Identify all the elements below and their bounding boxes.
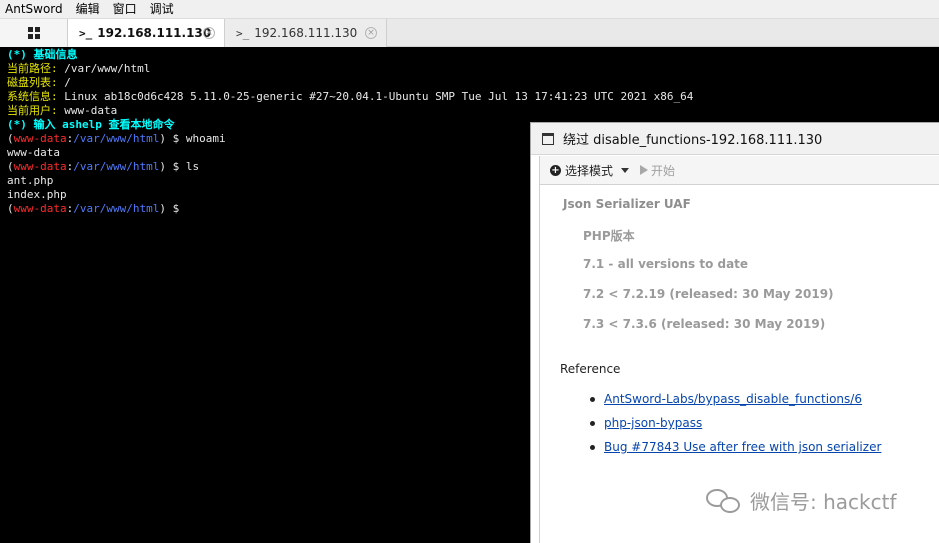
system-label: 系统信息: [7,90,58,103]
bullet-icon [590,396,595,402]
version-item: 7.2 < 7.2.19 (released: 30 May 2019) [583,287,834,301]
command-output: ant.php [7,174,54,187]
play-icon [640,165,649,175]
command-output: index.php [7,188,67,201]
caret-down-icon [621,167,630,173]
select-mode-dropdown[interactable]: + 选择模式 [550,162,630,179]
reference-link[interactable]: AntSword-Labs/bypass_disable_functions/6 [604,392,862,406]
terminal-line: 系统信息: Linux ab18c0d6c428 5.11.0-25-gener… [7,90,939,104]
menu-antsword[interactable]: AntSword [0,0,70,19]
terminal-line: 当前路径: /var/www/html [7,62,939,76]
menu-window[interactable]: 窗口 [107,0,144,19]
menu-bar: AntSword 编辑 窗口 调试 [0,0,939,19]
start-label: 开始 [651,163,676,178]
tab-bar: >_ 192.168.111.130 × >_ 192.168.111.130 … [0,19,939,47]
grid-icon [27,27,40,39]
prompt-path: /var/www/html [73,202,160,215]
start-button[interactable]: 开始 [640,162,675,179]
prompt-path: /var/www/html [73,160,160,173]
close-icon[interactable]: × [365,27,377,39]
user-label: 当前用户: [7,104,58,117]
prompt-close: ) $ [159,132,186,145]
close-icon[interactable]: × [203,27,215,39]
prompt-close: ) $ [159,160,186,173]
command-text: whoami [185,132,226,145]
version-item: 7.1 - all versions to date [583,257,749,271]
wechat-icon [706,487,742,515]
terminal-icon: >_ [79,26,93,40]
basic-info-header: (*) 基础信息 [7,48,78,61]
disk-label: 磁盘列表: [7,76,58,89]
plus-circle-icon: + [550,164,561,176]
help-hint: (*) 输入 ashelp 查看本地命令 [7,118,175,131]
prompt-open: ( [7,202,14,215]
terminal-icon: >_ [236,26,250,40]
user-value: www-data [57,104,118,117]
prompt-close: ) $ [159,202,186,215]
prompt-user: www-data [13,132,67,145]
prompt-user: www-data [13,202,67,215]
watermark-text: 微信号: hackctf [750,490,897,514]
tab-terminal-active[interactable]: >_ 192.168.111.130 × [68,19,225,47]
mode-heading: Json Serializer UAF [563,197,691,211]
bypass-dialog: 绕过 disable_functions-192.168.111.130 + 选… [530,122,939,543]
select-mode-label: 选择模式 [565,163,614,178]
reference-heading: Reference [560,362,621,376]
path-value: /var/www/html [57,62,151,75]
grid-menu-button[interactable] [0,19,68,47]
dialog-body: + 选择模式 开始 Json Serializer UAF PHP版本 7.1 … [539,156,939,543]
terminal-line: 当前用户: www-data [7,104,939,118]
prompt-user: www-data [13,160,67,173]
command-output: www-data [7,146,60,159]
tab-label: 192.168.111.130 [254,26,358,40]
bullet-icon [590,420,595,426]
wechat-watermark: 微信号: hackctf [706,486,896,515]
dialog-toolbar: + 选择模式 开始 [540,156,939,185]
dialog-title: 绕过 disable_functions-192.168.111.130 [563,133,823,148]
menu-debug[interactable]: 调试 [144,0,181,19]
prompt-open: ( [7,160,14,173]
version-item: 7.3 < 7.3.6 (released: 30 May 2019) [583,317,826,331]
menu-edit[interactable]: 编辑 [70,0,107,19]
window-icon [542,132,554,145]
dialog-titlebar[interactable]: 绕过 disable_functions-192.168.111.130 [531,123,939,155]
reference-link[interactable]: Bug #77843 Use after free with json seri… [604,440,881,454]
terminal-line: 磁盘列表: / [7,76,939,90]
prompt-path: /var/www/html [73,132,160,145]
disk-value: / [57,76,71,89]
path-label: 当前路径: [7,62,58,75]
terminal-line: (*) 基础信息 [7,48,939,62]
reference-list-item: Bug #77843 Use after free with json seri… [590,440,881,454]
system-value: Linux ab18c0d6c428 5.11.0-25-generic #27… [57,90,694,103]
bullet-icon [590,444,595,450]
tab-label: 192.168.111.130 [97,26,212,40]
command-text: ls [185,160,200,173]
reference-list-item: AntSword-Labs/bypass_disable_functions/6 [590,392,862,406]
php-version-label: PHP版本 [583,229,635,243]
reference-link[interactable]: php-json-bypass [604,416,702,430]
reference-list-item: php-json-bypass [590,416,702,430]
prompt-open: ( [7,132,14,145]
tab-terminal[interactable]: >_ 192.168.111.130 × [225,19,387,47]
